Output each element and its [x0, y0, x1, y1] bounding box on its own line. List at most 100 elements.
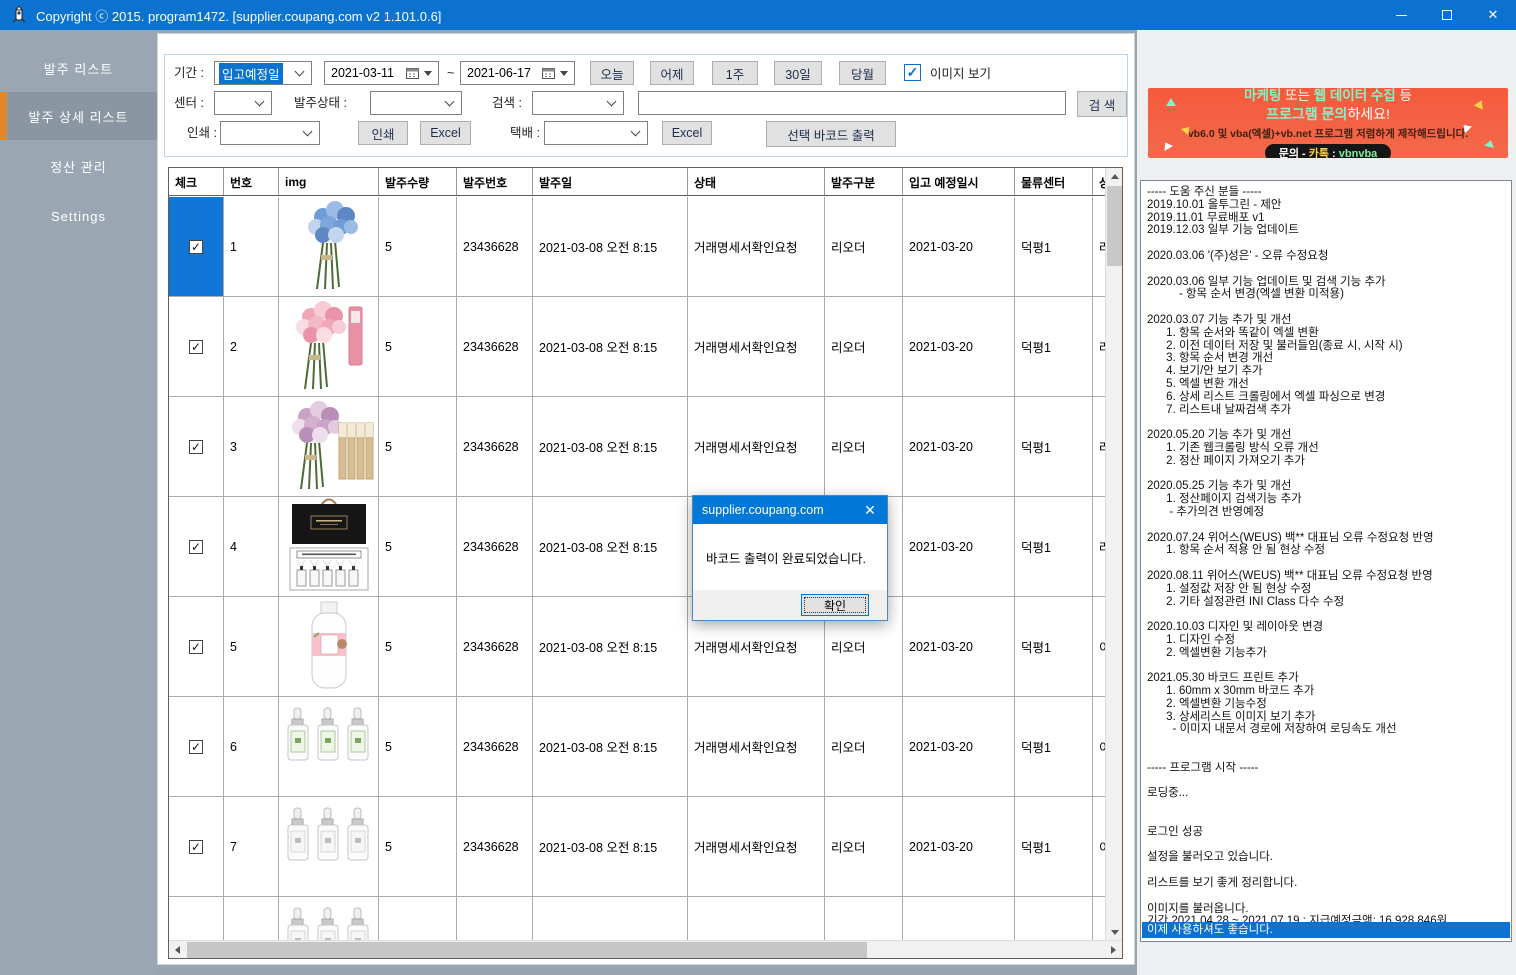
column-header-4[interactable]: 발주번호: [457, 168, 533, 196]
cell-img: [279, 497, 379, 596]
cell-check[interactable]: ✓: [169, 297, 224, 396]
courier-combo[interactable]: [544, 121, 648, 145]
current-month-button[interactable]: 당월: [839, 61, 886, 85]
vertical-scrollbar[interactable]: [1105, 168, 1122, 941]
log-line: 로딩중...: [1147, 787, 1511, 800]
cell-check[interactable]: ✓: [169, 797, 224, 896]
date-from-picker[interactable]: 2021-03-11: [324, 61, 439, 85]
row-checkbox[interactable]: ✓: [189, 240, 203, 254]
row-checkbox[interactable]: ✓: [189, 440, 203, 454]
cell-qty: 5: [379, 397, 457, 496]
log-line: 로그인 성공: [1147, 826, 1511, 839]
excel-button[interactable]: Excel: [420, 121, 471, 145]
cell-img: [279, 297, 379, 396]
yesterday-button[interactable]: 어제: [650, 61, 694, 85]
search-input[interactable]: [638, 91, 1066, 115]
column-header-8[interactable]: 입고 예정일시: [903, 168, 1015, 196]
search-button[interactable]: 검 색: [1077, 91, 1127, 117]
column-header-0[interactable]: 체크: [169, 168, 224, 196]
table-row[interactable]: ✓55234366282021-03-08 오전 8:15거래명세서확인요청리오…: [169, 597, 1106, 697]
image-view-checkbox[interactable]: ✓: [904, 64, 921, 81]
sidebar: 발주 리스트 발주 상세 리스트 정산 관리 Settings: [0, 30, 157, 975]
cell-check[interactable]: ✓: [169, 197, 224, 296]
sidebar-item-order-list[interactable]: 발주 리스트: [0, 44, 157, 92]
sidebar-item-settlement[interactable]: 정산 관리: [0, 142, 157, 190]
column-header-7[interactable]: 발주구분: [825, 168, 903, 196]
cell-order-type: 리오더: [825, 297, 903, 396]
table-row[interactable]: ✓65234366282021-03-08 오전 8:15거래명세서확인요청리오…: [169, 697, 1106, 797]
log-line: [1147, 800, 1511, 813]
ad-line2: 프로그램 문의하세요!: [1266, 104, 1390, 124]
row-checkbox[interactable]: ✓: [189, 740, 203, 754]
product-image: [284, 905, 374, 941]
log-line: [1147, 890, 1511, 903]
table-row[interactable]: ✓25234366282021-03-08 오전 8:15거래명세서확인요청리오…: [169, 297, 1106, 397]
horizontal-scrollbar[interactable]: [169, 940, 1122, 958]
barcode-print-button[interactable]: 선택 바코드 출력: [766, 121, 896, 147]
column-header-2[interactable]: img: [279, 168, 379, 196]
print-button[interactable]: 인쇄: [358, 121, 408, 145]
row-checkbox[interactable]: ✓: [189, 540, 203, 554]
table-row[interactable]: ✓45234366282021-03-08 오전 8:15거래명세서확인요청리오…: [169, 497, 1106, 597]
column-header-9[interactable]: 물류센터: [1015, 168, 1093, 196]
cell-no: 4: [224, 497, 279, 596]
log-line: 2020.10.03 디자인 및 레이아웃 변경: [1147, 621, 1511, 634]
date-to-picker[interactable]: 2021-06-17: [460, 61, 575, 85]
order-state-combo[interactable]: [370, 91, 462, 115]
row-checkbox[interactable]: ✓: [189, 840, 203, 854]
scroll-down-icon[interactable]: [1106, 924, 1123, 941]
cell-check[interactable]: ✓: [169, 497, 224, 596]
cell-check[interactable]: ✓: [169, 697, 224, 796]
thirty-days-button[interactable]: 30일: [774, 61, 822, 85]
sidebar-item-settings[interactable]: Settings: [0, 192, 157, 240]
log-line: 1. 기존 웹크롤링 방식 오류 개선: [1147, 442, 1511, 455]
table-row[interactable]: ✓75234366282021-03-08 오전 8:15거래명세서확인요청리오…: [169, 797, 1106, 897]
log-line: 6. 상세 리스트 크롤링에서 엑셀 파싱으로 변경: [1147, 391, 1511, 404]
row-checkbox[interactable]: ✓: [189, 340, 203, 354]
table-row[interactable]: ✓85234366282021-03-08 오전 8:15거래명세서확인요청리오…: [169, 897, 1106, 941]
cell-check[interactable]: ✓: [169, 597, 224, 696]
minimize-button[interactable]: [1378, 0, 1424, 30]
chevron-down-icon: [424, 71, 432, 76]
vertical-scroll-thumb[interactable]: [1107, 186, 1122, 266]
dialog-close-icon[interactable]: ✕: [853, 496, 887, 524]
dialog-ok-button[interactable]: 확인: [801, 594, 869, 616]
log-line: 설정을 불러오고 있습니다.: [1147, 851, 1511, 864]
maximize-button[interactable]: [1424, 0, 1470, 30]
log-textbox[interactable]: ----- 도움 주신 분들 -----2019.10.01 올투그린 - 제안…: [1140, 180, 1512, 942]
scroll-up-icon[interactable]: [1106, 168, 1123, 185]
row-checkbox[interactable]: ✓: [189, 640, 203, 654]
column-header-1[interactable]: 번호: [224, 168, 279, 196]
center-combo[interactable]: [214, 91, 272, 115]
cell-qty: 5: [379, 697, 457, 796]
column-header-6[interactable]: 상태: [688, 168, 825, 196]
close-button[interactable]: ✕: [1470, 0, 1516, 30]
horizontal-scroll-thumb[interactable]: [187, 942, 867, 958]
table-body: ✓15234366282021-03-08 오전 8:15거래명세서확인요청리오…: [169, 197, 1106, 941]
cell-check[interactable]: ✓: [169, 897, 224, 941]
log-line: 2020.05.20 기능 추가 및 개선: [1147, 429, 1511, 442]
one-week-button[interactable]: 1주: [712, 61, 758, 85]
print-combo[interactable]: [220, 121, 320, 145]
courier-excel-button[interactable]: Excel: [662, 121, 712, 145]
sidebar-item-order-detail-list[interactable]: 발주 상세 리스트: [0, 92, 157, 140]
search-type-combo[interactable]: [532, 91, 624, 115]
scroll-right-icon[interactable]: [1105, 941, 1122, 959]
today-button[interactable]: 오늘: [590, 61, 634, 85]
cell-order-date: 2021-03-08 오전 8:15: [533, 897, 688, 941]
cell-order-no: 23436628: [457, 397, 533, 496]
column-header-5[interactable]: 발주일: [533, 168, 688, 196]
cell-due-date: 2021-03-20: [903, 197, 1015, 296]
table-row[interactable]: ✓35234366282021-03-08 오전 8:15거래명세서확인요청리오…: [169, 397, 1106, 497]
cell-check[interactable]: ✓: [169, 397, 224, 496]
toolbar: 기간 : 입고예정일 2021-03-11 ~ 2021-06-17 오늘 어제…: [164, 54, 1128, 157]
scroll-left-icon[interactable]: [169, 941, 186, 959]
cell-order-type: 리오더: [825, 197, 903, 296]
period-combo[interactable]: 입고예정일: [214, 61, 312, 85]
column-header-3[interactable]: 발주수량: [379, 168, 457, 196]
log-line: 2. 정산 페이지 가져오기 추가: [1147, 455, 1511, 468]
log-line: 이미지를 불러옵니다.: [1147, 903, 1511, 916]
table-row[interactable]: ✓15234366282021-03-08 오전 8:15거래명세서확인요청리오…: [169, 197, 1106, 297]
log-line: 2. 엑셀변환 기능수정: [1147, 698, 1511, 711]
ad-banner[interactable]: 마케팅 또는 웹 데이터 수집 등 프로그램 문의하세요! vb6.0 및 vb…: [1148, 88, 1508, 158]
